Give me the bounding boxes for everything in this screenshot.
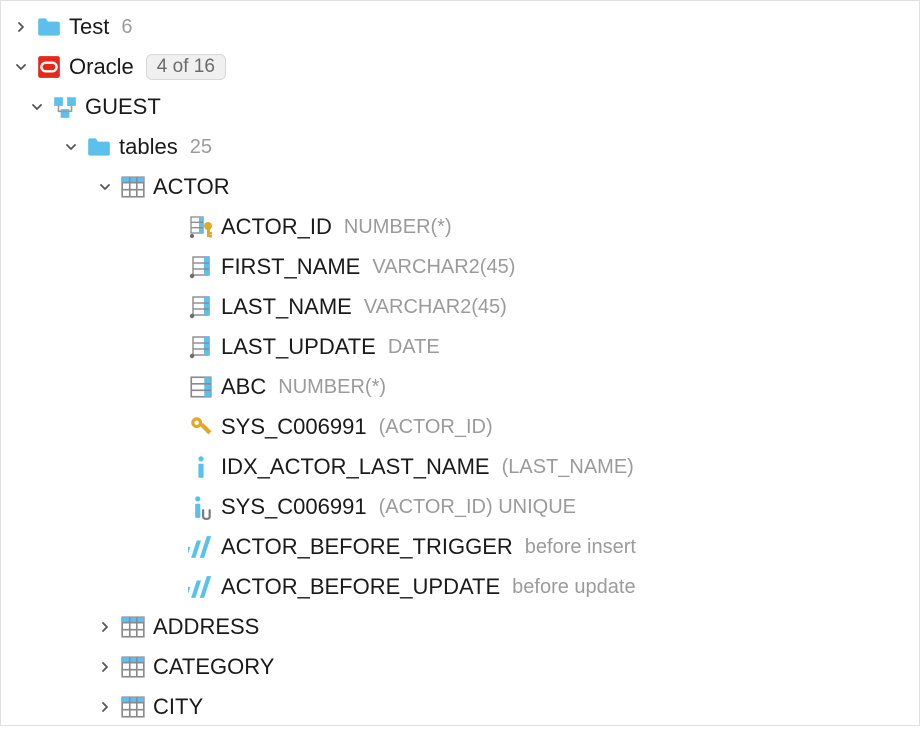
tree-item-label: Test <box>69 14 109 40</box>
tree-item-index[interactable]: IDX_ACTOR_LAST_NAME (LAST_NAME) <box>1 447 919 487</box>
chevron-right-icon[interactable] <box>93 615 117 639</box>
tree-item-test[interactable]: Test 6 <box>1 7 919 47</box>
tree-item-label: FIRST_NAME <box>221 254 360 280</box>
tree-item-table-address[interactable]: ADDRESS <box>1 607 919 647</box>
chevron-down-icon[interactable] <box>9 55 33 79</box>
tree-item-oracle[interactable]: Oracle 4 of 16 <box>1 47 919 87</box>
not-null-column-icon <box>187 293 215 321</box>
tree-item-label: ABC <box>221 374 266 400</box>
tree-item-label: CITY <box>153 694 203 720</box>
chevron-down-icon[interactable] <box>93 175 117 199</box>
tree-item-label: ACTOR <box>153 174 230 200</box>
unique-index-icon <box>187 493 215 521</box>
tree-item-label: tables <box>119 134 178 160</box>
trigger-icon <box>187 533 215 561</box>
tree-item-label: SYS_C006991 <box>221 494 367 520</box>
tree-item-label: Oracle <box>69 54 134 80</box>
table-icon <box>119 653 147 681</box>
chevron-down-icon[interactable] <box>59 135 83 159</box>
tree-item-label: IDX_ACTOR_LAST_NAME <box>221 454 490 480</box>
tree-item-label: SYS_C006991 <box>221 414 367 440</box>
tree-item-label: ACTOR_ID <box>221 214 332 240</box>
column-icon <box>187 373 215 401</box>
column-type: NUMBER(*) <box>278 376 386 399</box>
tree-item-column-last-update[interactable]: LAST_UPDATE DATE <box>1 327 919 367</box>
tree-item-label: LAST_NAME <box>221 294 352 320</box>
tree-item-column-actor-id[interactable]: ACTOR_ID NUMBER(*) <box>1 207 919 247</box>
table-icon <box>119 693 147 721</box>
tree-item-label: GUEST <box>85 94 161 120</box>
tree-item-label: ADDRESS <box>153 614 259 640</box>
database-tree: Test 6 Oracle 4 of 16 GUEST tables 25 AC… <box>1 1 919 733</box>
tree-item-column-abc[interactable]: ABC NUMBER(*) <box>1 367 919 407</box>
tree-item-label: LAST_UPDATE <box>221 334 376 360</box>
trigger-timing: before update <box>512 576 635 599</box>
tree-item-column-last-name[interactable]: LAST_NAME VARCHAR2(45) <box>1 287 919 327</box>
tree-item-trigger-before-insert[interactable]: ACTOR_BEFORE_TRIGGER before insert <box>1 527 919 567</box>
column-type: VARCHAR2(45) <box>364 296 507 319</box>
tree-item-count: 6 <box>121 16 132 39</box>
tree-item-schema[interactable]: GUEST <box>1 87 919 127</box>
key-columns: (ACTOR_ID) <box>379 416 493 439</box>
column-type: NUMBER(*) <box>344 216 452 239</box>
table-icon <box>119 173 147 201</box>
tree-item-count: 25 <box>190 136 212 159</box>
not-null-column-icon <box>187 253 215 281</box>
tree-item-tables[interactable]: tables 25 <box>1 127 919 167</box>
chevron-right-icon[interactable] <box>9 15 33 39</box>
index-icon <box>187 453 215 481</box>
chevron-right-icon[interactable] <box>93 695 117 719</box>
not-null-column-icon <box>187 333 215 361</box>
folder-icon <box>85 133 113 161</box>
column-type: DATE <box>388 336 440 359</box>
trigger-timing: before insert <box>525 536 636 559</box>
schema-icon <box>51 93 79 121</box>
tree-item-primary-key[interactable]: SYS_C006991 (ACTOR_ID) <box>1 407 919 447</box>
table-icon <box>119 613 147 641</box>
tree-item-trigger-before-update[interactable]: ACTOR_BEFORE_UPDATE before update <box>1 567 919 607</box>
tree-item-unique-index[interactable]: SYS_C006991 (ACTOR_ID) UNIQUE <box>1 487 919 527</box>
tree-item-table-city[interactable]: CITY <box>1 687 919 727</box>
folder-icon <box>35 13 63 41</box>
chevron-down-icon[interactable] <box>25 95 49 119</box>
tree-item-table-actor[interactable]: ACTOR <box>1 167 919 207</box>
column-type: VARCHAR2(45) <box>372 256 515 279</box>
chevron-right-icon[interactable] <box>93 655 117 679</box>
tree-item-label: CATEGORY <box>153 654 274 680</box>
tree-item-table-category[interactable]: CATEGORY <box>1 647 919 687</box>
trigger-icon <box>187 573 215 601</box>
tree-item-label: ACTOR_BEFORE_UPDATE <box>221 574 500 600</box>
index-columns: (LAST_NAME) <box>502 456 634 479</box>
oracle-icon <box>35 53 63 81</box>
count-badge: 4 of 16 <box>146 54 226 80</box>
tree-item-label: ACTOR_BEFORE_TRIGGER <box>221 534 513 560</box>
tree-item-column-first-name[interactable]: FIRST_NAME VARCHAR2(45) <box>1 247 919 287</box>
primary-key-column-icon <box>187 213 215 241</box>
key-icon <box>187 413 215 441</box>
index-columns: (ACTOR_ID) UNIQUE <box>379 496 576 519</box>
